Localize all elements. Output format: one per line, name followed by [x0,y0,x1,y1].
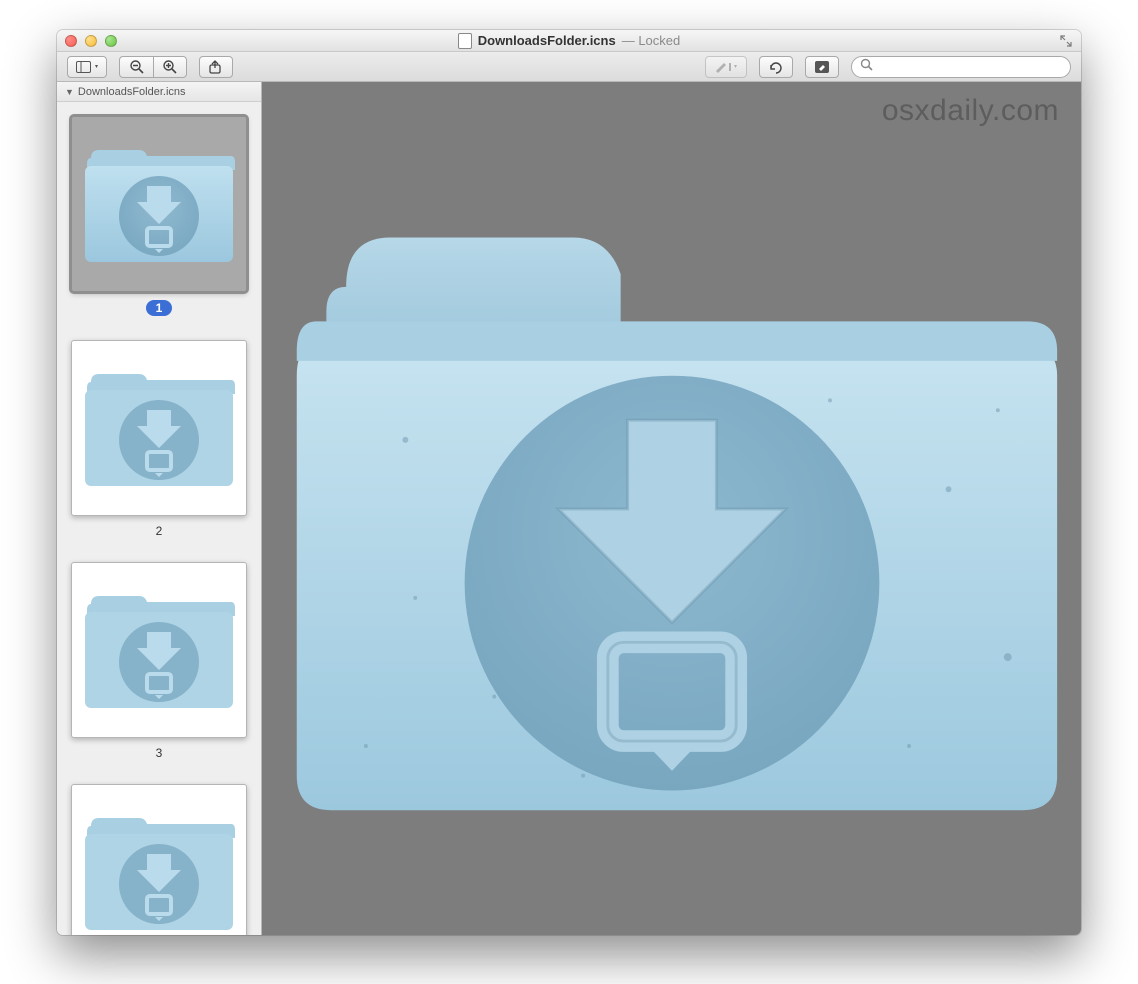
downloads-folder-icon [79,363,239,493]
search-input[interactable] [879,60,1062,74]
thumbnail-list[interactable]: 1 2 [57,102,261,935]
search-icon [860,58,873,76]
sidebar-header[interactable]: ▼ DownloadsFolder.icns [57,82,261,102]
zoom-icon[interactable] [105,35,117,47]
sidebar-toggle-icon [76,61,98,73]
thumbnail-frame[interactable] [71,340,247,516]
toolbar [57,52,1081,82]
sidebar-header-label: DownloadsFolder.icns [78,86,186,98]
zoom-out-icon [129,59,145,75]
thumbnail-item[interactable]: 2 [71,340,247,538]
thumbnail-item[interactable]: 3 [71,562,247,760]
titlebar[interactable]: DownloadsFolder.icns — Locked [57,30,1081,52]
title-status: — Locked [622,33,681,48]
disclosure-triangle-icon[interactable]: ▼ [65,87,74,97]
zoom-out-button[interactable] [119,56,153,78]
traffic-lights [65,35,117,47]
thumbnail-frame[interactable] [71,116,247,292]
markup-button[interactable] [705,56,747,78]
downloads-folder-icon [79,585,239,715]
thumbnail-sidebar: ▼ DownloadsFolder.icns [57,82,262,935]
edit-button[interactable] [805,56,839,78]
minimize-icon[interactable] [85,35,97,47]
downloads-folder-icon [79,139,239,269]
sidebar-toggle-button[interactable] [67,56,107,78]
thumbnail-frame[interactable] [71,562,247,738]
fullscreen-icon[interactable] [1059,34,1073,48]
edit-icon [814,60,830,74]
thumbnail-label: 1 [146,300,173,316]
rotate-button[interactable] [759,56,793,78]
image-viewer[interactable]: osxdaily.com [262,82,1081,935]
watermark-text: osxdaily.com [882,94,1059,128]
window-title: DownloadsFolder.icns — Locked [57,33,1081,49]
downloads-folder-icon [79,807,239,935]
search-field[interactable] [851,56,1071,78]
markup-icon [714,61,738,73]
thumbnail-item[interactable]: 4 [71,784,247,935]
close-icon[interactable] [65,35,77,47]
thumbnail-label: 2 [156,524,163,538]
rotate-icon [768,60,784,74]
zoom-in-icon [162,59,178,75]
window-body: ▼ DownloadsFolder.icns [57,82,1081,935]
thumbnail-frame[interactable] [71,784,247,935]
thumbnail-item[interactable]: 1 [71,116,247,316]
zoom-in-button[interactable] [153,56,187,78]
preview-window: DownloadsFolder.icns — Locked [57,30,1081,935]
thumbnail-label: 3 [156,746,163,760]
share-button[interactable] [199,56,233,78]
downloads-folder-icon [277,189,1067,829]
title-filename: DownloadsFolder.icns [478,33,616,48]
zoom-segment [119,56,187,78]
share-icon [208,60,224,74]
page-icon [458,33,472,49]
